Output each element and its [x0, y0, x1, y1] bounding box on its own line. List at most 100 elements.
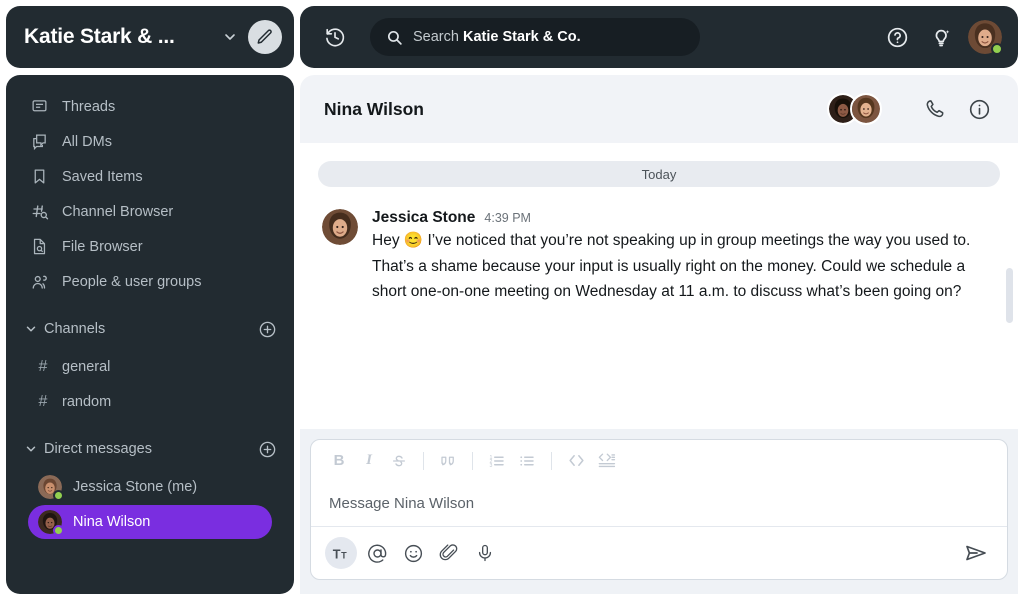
channel-item-random[interactable]: # random — [6, 384, 294, 419]
toolbar-divider — [472, 452, 473, 470]
channel-item-general[interactable]: # general — [6, 349, 294, 384]
message-author[interactable]: Jessica Stone — [372, 209, 475, 227]
people-icon — [30, 272, 49, 291]
blockquote-button[interactable] — [434, 448, 462, 474]
mention-button[interactable] — [361, 537, 393, 569]
dm-item-label: Nina Wilson — [73, 514, 150, 530]
phone-icon[interactable] — [918, 92, 952, 126]
composer: B I 123 — [310, 439, 1008, 580]
code-button[interactable] — [562, 448, 590, 474]
info-circle-icon[interactable] — [962, 92, 996, 126]
message-scrollbar[interactable] — [1006, 268, 1013, 323]
chevron-down-icon — [22, 322, 40, 336]
sidebar-item-all-dms[interactable]: All DMs — [6, 124, 294, 159]
threads-icon — [30, 97, 49, 116]
composer-area: B I 123 — [300, 429, 1018, 594]
avatar[interactable] — [968, 20, 1002, 54]
conversation-header: Nina Wilson — [300, 75, 1018, 143]
sidebar-item-file-browser[interactable]: File Browser — [6, 229, 294, 264]
workspace-header[interactable]: Katie Stark & ... — [6, 6, 294, 68]
channels-section-label: Channels — [40, 321, 256, 337]
dm-item-jessica-stone[interactable]: Jessica Stone (me) — [28, 470, 272, 504]
bulleted-list-button[interactable] — [513, 448, 541, 474]
channel-item-label: random — [62, 394, 111, 410]
channel-item-label: general — [62, 359, 110, 375]
day-divider: Today — [318, 161, 1000, 187]
audio-button[interactable] — [469, 537, 501, 569]
send-button[interactable] — [959, 536, 993, 570]
sidebar-item-saved-items[interactable]: Saved Items — [6, 159, 294, 194]
emoji-button[interactable] — [397, 537, 429, 569]
search-scope: Katie Stark & Co. — [463, 29, 581, 45]
italic-button[interactable]: I — [355, 448, 383, 474]
ordered-list-button[interactable]: 123 — [483, 448, 511, 474]
dm-item-label: Jessica Stone (me) — [73, 479, 197, 495]
sidebar-item-label: All DMs — [62, 134, 112, 150]
search-label: Search — [413, 29, 459, 45]
channel-browser-icon — [30, 202, 49, 221]
attach-button[interactable] — [433, 537, 465, 569]
message-text: Hey 😊 I’ve noticed that you’re not speak… — [372, 228, 996, 305]
sidebar-item-threads[interactable]: Threads — [6, 89, 294, 124]
presence-indicator — [53, 490, 64, 501]
strikethrough-button[interactable] — [385, 448, 413, 474]
sidebar-nav: Threads All DMs Saved Items — [6, 89, 294, 299]
sidebar-item-label: Threads — [62, 99, 115, 115]
channels-section-header[interactable]: Channels — [6, 309, 294, 349]
bookmark-icon — [30, 167, 49, 186]
search-input[interactable]: Search Katie Stark & Co. — [370, 18, 700, 56]
avatar — [38, 510, 62, 534]
dms-section-label: Direct messages — [40, 441, 256, 457]
dms-section-header[interactable]: Direct messages — [6, 429, 294, 469]
message-input-placeholder: Message Nina Wilson — [329, 495, 474, 512]
presence-indicator — [53, 525, 64, 536]
message-input[interactable]: Message Nina Wilson — [311, 481, 1007, 527]
chevron-down-icon — [22, 442, 40, 456]
sidebar-item-label: Saved Items — [62, 169, 143, 185]
main-area: Search Katie Stark & Co. Nina Wilson — [300, 0, 1024, 594]
code-block-button[interactable] — [592, 448, 620, 474]
compose-button[interactable] — [248, 20, 282, 54]
sidebar-item-label: People & user groups — [62, 274, 201, 290]
topbar: Search Katie Stark & Co. — [300, 6, 1018, 68]
search-placeholder: Search Katie Stark & Co. — [413, 29, 581, 45]
conversation-title: Nina Wilson — [324, 99, 827, 120]
help-circle-icon[interactable] — [880, 20, 914, 54]
dm-item-nina-wilson[interactable]: Nina Wilson — [28, 505, 272, 539]
message-item: Jessica Stone 4:39 PM Hey 😊 I’ve noticed… — [316, 209, 1002, 305]
formatting-toolbar: B I 123 — [311, 440, 1007, 481]
sidebar-item-channel-browser[interactable]: Channel Browser — [6, 194, 294, 229]
all-dms-icon — [30, 132, 49, 151]
search-icon — [386, 29, 403, 46]
file-browser-icon — [30, 237, 49, 256]
avatar — [850, 93, 882, 125]
workspace-title: Katie Stark & ... — [24, 25, 212, 49]
add-channel-button[interactable] — [256, 318, 278, 340]
sidebar: Katie Stark & ... Threads — [0, 0, 300, 594]
sidebar-item-label: File Browser — [62, 239, 143, 255]
history-icon[interactable] — [318, 20, 352, 54]
conversation-members[interactable] — [827, 93, 882, 125]
composer-actions: TT — [311, 527, 1007, 579]
hash-icon: # — [36, 393, 50, 411]
message-body: Jessica Stone 4:39 PM Hey 😊 I’ve noticed… — [372, 209, 996, 305]
lightbulb-sparkle-icon[interactable] — [924, 20, 958, 54]
svg-text:T: T — [332, 547, 340, 561]
message-meta: Jessica Stone 4:39 PM — [372, 209, 996, 227]
svg-text:T: T — [341, 550, 347, 560]
conversation-panel: Nina Wilson Today — [300, 75, 1018, 594]
add-dm-button[interactable] — [256, 438, 278, 460]
bold-button[interactable]: B — [325, 448, 353, 474]
toolbar-divider — [423, 452, 424, 470]
sidebar-item-people[interactable]: People & user groups — [6, 264, 294, 299]
hash-icon: # — [36, 358, 50, 376]
message-timestamp: 4:39 PM — [484, 211, 531, 225]
sidebar-item-label: Channel Browser — [62, 204, 173, 220]
svg-text:3: 3 — [490, 463, 493, 469]
sidebar-body: Threads All DMs Saved Items — [6, 75, 294, 594]
chevron-down-icon[interactable] — [218, 25, 242, 49]
message-list: Today Jessica Stone 4:39 PM Hey 😊 I’ve n… — [300, 143, 1018, 429]
app-root: Katie Stark & ... Threads — [0, 0, 1024, 594]
avatar — [322, 209, 358, 245]
formatting-toggle-button[interactable]: TT — [325, 537, 357, 569]
